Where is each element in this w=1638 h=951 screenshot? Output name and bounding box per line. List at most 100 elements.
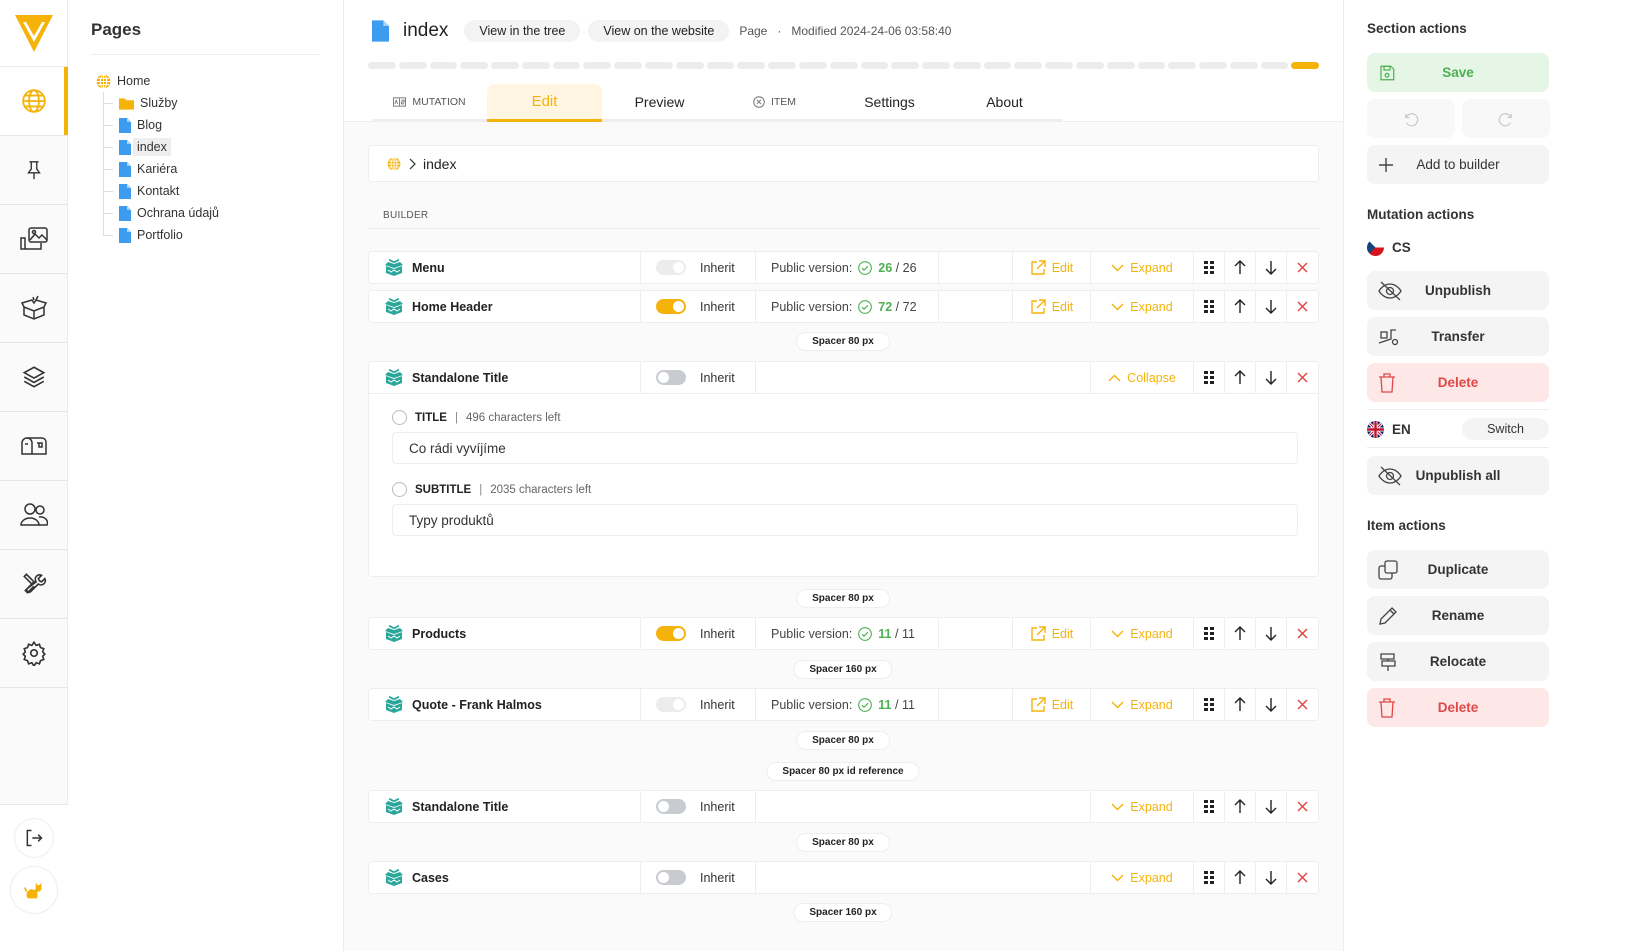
move-down-button[interactable] [1256, 689, 1287, 720]
move-up-button[interactable] [1225, 252, 1256, 283]
edit-block-button[interactable]: Edit [1013, 689, 1091, 720]
progress-segment[interactable] [983, 62, 1012, 69]
edit-block-button[interactable]: Edit [1013, 618, 1091, 649]
progress-segment[interactable] [829, 62, 858, 69]
tab-edit[interactable]: Edit [487, 84, 602, 122]
progress-segment[interactable] [768, 62, 796, 69]
view-on-website-button[interactable]: View on the website [588, 20, 730, 42]
drag-handle[interactable] [1194, 362, 1225, 393]
move-down-button[interactable] [1256, 252, 1287, 283]
inherit-toggle[interactable] [656, 370, 686, 385]
inherit-toggle[interactable] [656, 697, 686, 712]
block-name-cell[interactable]: Quote - Frank Halmos [369, 689, 641, 720]
spacer-badge[interactable]: Spacer 160 px [793, 660, 893, 679]
block-name-cell[interactable]: Cases [369, 862, 641, 893]
progress-segment[interactable] [891, 62, 920, 69]
block-name-cell[interactable]: Home Header [369, 291, 641, 322]
move-down-button[interactable] [1256, 362, 1287, 393]
progress-segment[interactable] [675, 62, 704, 69]
progress-segment[interactable] [1045, 62, 1073, 69]
spacer-badge[interactable]: Spacer 160 px [793, 903, 893, 922]
tab-about[interactable]: About [947, 84, 1062, 122]
remove-block-button[interactable] [1287, 291, 1318, 322]
globe-icon[interactable] [387, 156, 401, 171]
delete-item-button[interactable]: Delete [1367, 688, 1549, 727]
progress-segment[interactable] [922, 62, 950, 69]
view-in-tree-button[interactable]: View in the tree [464, 20, 581, 42]
progress-segment[interactable] [1229, 62, 1258, 69]
text-field[interactable]: Co rádi vyvíjíme [392, 432, 1298, 464]
inherit-toggle[interactable] [656, 799, 686, 814]
remove-block-button[interactable] [1287, 362, 1318, 393]
rail-item-components[interactable] [0, 274, 67, 343]
progress-segment[interactable] [1168, 62, 1197, 69]
expand-button[interactable]: Expand [1091, 618, 1194, 649]
rail-item-media[interactable] [0, 205, 67, 274]
progress-segment[interactable] [460, 62, 489, 69]
field-radio[interactable] [392, 410, 407, 425]
progress-segment[interactable] [521, 62, 550, 69]
tree-item-home[interactable]: Home [96, 70, 219, 92]
move-down-button[interactable] [1256, 791, 1287, 822]
duplicate-button[interactable]: Duplicate [1367, 550, 1549, 589]
block-name-cell[interactable]: Standalone Title [369, 791, 641, 822]
unpublish-all-button[interactable]: Unpublish all [1367, 456, 1549, 495]
expand-button[interactable]: Expand [1091, 689, 1194, 720]
progress-segment[interactable] [583, 62, 612, 69]
move-up-button[interactable] [1225, 618, 1256, 649]
spacer-badge[interactable]: Spacer 80 px [796, 833, 890, 852]
progress-segment[interactable] [645, 62, 673, 69]
move-up-button[interactable] [1225, 362, 1256, 393]
app-logo[interactable] [0, 0, 67, 67]
progress-segment[interactable] [798, 62, 827, 69]
progress-segment[interactable] [860, 62, 889, 69]
tree-item-page-selected[interactable]: index [102, 136, 219, 158]
progress-segment[interactable] [491, 62, 519, 69]
progress-segment[interactable] [614, 62, 643, 69]
remove-block-button[interactable] [1287, 689, 1318, 720]
progress-segment[interactable] [1260, 62, 1289, 69]
move-up-button[interactable] [1225, 291, 1256, 322]
spacer-badge[interactable]: Spacer 80 px id reference [766, 762, 920, 781]
tree-item-page[interactable]: Ochrana údajů [102, 202, 219, 224]
field-radio[interactable] [392, 482, 407, 497]
expand-button[interactable]: Expand [1091, 252, 1194, 283]
rename-button[interactable]: Rename [1367, 596, 1549, 635]
progress-segment[interactable] [368, 62, 396, 69]
drag-handle[interactable] [1194, 252, 1225, 283]
inherit-toggle[interactable] [656, 626, 686, 641]
rail-item-settings[interactable] [0, 619, 67, 688]
block-name-cell[interactable]: Standalone Title [369, 362, 641, 393]
switch-language-button[interactable]: Switch [1462, 418, 1549, 440]
tab-settings[interactable]: Settings [832, 84, 947, 122]
inherit-toggle[interactable] [656, 260, 686, 275]
move-down-button[interactable] [1256, 862, 1287, 893]
expand-button[interactable]: Expand [1091, 291, 1194, 322]
progress-segment[interactable] [706, 62, 735, 69]
expand-button[interactable]: Expand [1091, 862, 1194, 893]
rail-item-pins[interactable] [0, 136, 67, 205]
move-down-button[interactable] [1256, 618, 1287, 649]
rail-item-layers[interactable] [0, 343, 67, 412]
spacer-badge[interactable]: Spacer 80 px [796, 731, 890, 750]
progress-segment[interactable] [552, 62, 581, 69]
unpublish-button[interactable]: Unpublish [1367, 271, 1549, 310]
remove-block-button[interactable] [1287, 791, 1318, 822]
move-up-button[interactable] [1225, 862, 1256, 893]
user-avatar[interactable] [10, 866, 58, 914]
remove-block-button[interactable] [1287, 618, 1318, 649]
drag-handle[interactable] [1194, 618, 1225, 649]
tab-item[interactable]: ITEM [717, 84, 832, 122]
drag-handle[interactable] [1194, 862, 1225, 893]
remove-block-button[interactable] [1287, 862, 1318, 893]
expand-button[interactable]: Expand [1091, 791, 1194, 822]
tree-item-page[interactable]: Kontakt [102, 180, 219, 202]
transfer-button[interactable]: Transfer [1367, 317, 1549, 356]
progress-segment-active[interactable] [1291, 62, 1320, 69]
progress-segment[interactable] [1075, 62, 1104, 69]
move-down-button[interactable] [1256, 291, 1287, 322]
rail-item-pages[interactable] [0, 67, 68, 136]
undo-button[interactable] [1367, 99, 1455, 138]
logout-button[interactable] [14, 818, 54, 858]
redo-button[interactable] [1462, 99, 1550, 138]
